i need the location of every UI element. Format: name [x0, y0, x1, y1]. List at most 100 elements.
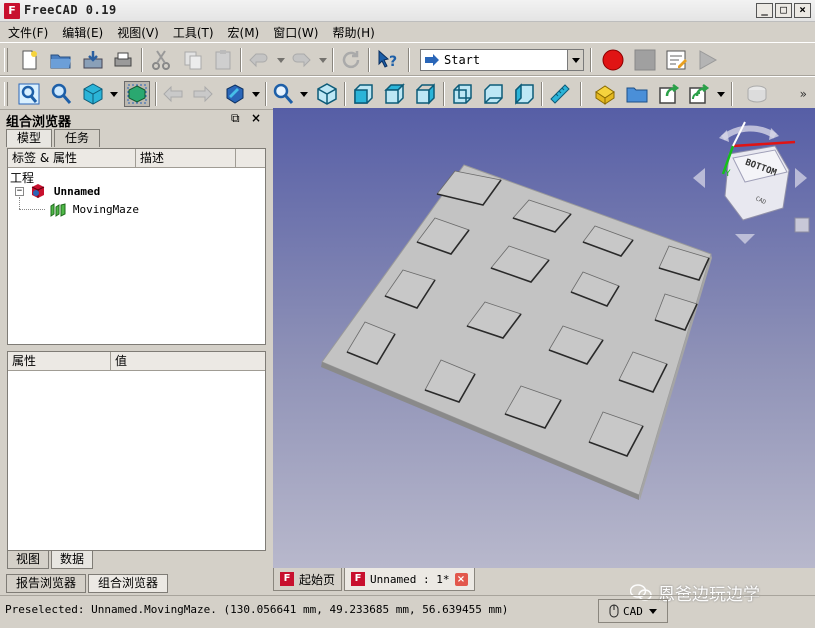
toolbar-separator [344, 82, 346, 106]
menu-window[interactable]: 窗口(W) [273, 24, 318, 41]
standard-views-icon[interactable] [270, 81, 296, 107]
tab-model[interactable]: 模型 [6, 129, 53, 147]
macro-editor-icon[interactable] [663, 47, 689, 73]
toolbar-separator [141, 48, 143, 72]
tab-data[interactable]: 数据 [51, 551, 94, 569]
3d-viewport[interactable]: BOTTOM CAD Y [273, 108, 815, 568]
forward-arrow-icon[interactable] [190, 81, 216, 107]
menu-edit[interactable]: 编辑(E) [62, 24, 103, 41]
toolbar-grip[interactable] [4, 48, 8, 72]
workbench-selector[interactable]: Start [420, 49, 584, 71]
view-right-icon[interactable] [412, 81, 438, 107]
unnamed-tab-label: Unnamed : 1* [370, 572, 450, 586]
combo-view-header: 组合浏览器 ⧉ × [0, 110, 270, 130]
create-link-icon[interactable] [656, 81, 682, 107]
undo-dropdown-icon[interactable] [277, 58, 285, 63]
section-plane-icon[interactable] [744, 81, 770, 107]
close-button[interactable]: × [794, 3, 811, 18]
fit-all-icon[interactable] [16, 81, 42, 107]
combo-tabs: 模型 任务 [6, 129, 102, 147]
undo-icon[interactable] [246, 47, 272, 73]
open-folder-icon[interactable] [48, 47, 74, 73]
tree-item-document[interactable]: Unnamed [30, 183, 100, 199]
menu-bar: 文件(F) 编辑(E) 视图(V) 工具(T) 宏(M) 窗口(W) 帮助(H) [0, 22, 815, 42]
chevron-down-icon[interactable] [567, 50, 583, 70]
print-icon[interactable] [110, 47, 136, 73]
workbench-name: Start [444, 53, 481, 67]
menu-tools[interactable]: 工具(T) [173, 24, 214, 41]
header-property[interactable]: 属性 [8, 352, 111, 371]
rotate-right-icon[interactable] [795, 168, 807, 188]
header-labels-properties[interactable]: 标签 & 属性 [8, 149, 136, 168]
float-panel-icon[interactable]: ⧉ [231, 111, 240, 126]
view-bottom-icon[interactable] [480, 81, 506, 107]
tab-report-view[interactable]: 报告浏览器 [6, 574, 87, 593]
execute-macro-icon[interactable] [694, 47, 720, 73]
create-group-folder-icon[interactable] [624, 81, 650, 107]
refresh-icon[interactable] [338, 47, 364, 73]
standard-views-dropdown-icon[interactable] [300, 92, 308, 97]
property-tabs: 视图 数据 [7, 551, 95, 569]
menu-file[interactable]: 文件(F) [8, 24, 48, 41]
tab-start-page[interactable]: F 起始页 [273, 568, 343, 591]
maximize-button[interactable]: □ [775, 3, 792, 18]
redo-icon[interactable] [288, 47, 314, 73]
view-left-icon[interactable] [511, 81, 537, 107]
view-front-icon[interactable] [350, 81, 376, 107]
link-actions-icon[interactable] [686, 81, 712, 107]
object-name: MovingMaze [72, 203, 140, 216]
bounding-box-icon[interactable] [124, 81, 150, 107]
svg-text:Y: Y [724, 169, 731, 179]
close-tab-icon[interactable]: × [454, 572, 468, 586]
fit-selection-icon[interactable] [48, 81, 74, 107]
link-actions-dropdown-icon[interactable] [717, 92, 725, 97]
header-value[interactable]: 值 [111, 352, 265, 371]
rotate-left-icon[interactable] [693, 168, 705, 188]
copy-icon[interactable] [180, 47, 206, 73]
view-top-icon[interactable] [381, 81, 407, 107]
tab-tasks[interactable]: 任务 [54, 129, 101, 147]
whats-this-icon[interactable]: ? [374, 47, 400, 73]
menu-help[interactable]: 帮助(H) [332, 24, 374, 41]
menu-macro[interactable]: 宏(M) [228, 24, 260, 41]
draw-style-cube-icon[interactable] [80, 81, 106, 107]
property-editor: 属性 值 [7, 351, 266, 551]
dock-tabs: 报告浏览器 组合浏览器 [6, 574, 170, 593]
measure-distance-icon[interactable] [547, 81, 573, 107]
tab-view[interactable]: 视图 [7, 551, 50, 569]
new-document-icon[interactable] [16, 47, 42, 73]
header-description[interactable]: 描述 [136, 149, 236, 168]
navigation-style-selector[interactable]: CAD [598, 599, 668, 623]
collapse-icon[interactable]: − [15, 187, 24, 196]
stop-macro-icon[interactable] [632, 47, 658, 73]
save-icon[interactable] [80, 47, 106, 73]
record-macro-icon[interactable] [600, 47, 626, 73]
create-part-icon[interactable] [592, 81, 618, 107]
paste-icon[interactable] [210, 47, 236, 73]
view-isometric-icon[interactable] [314, 81, 340, 107]
document-icon [31, 184, 45, 198]
tab-combo-view[interactable]: 组合浏览器 [88, 574, 169, 593]
sync-view-icon[interactable] [222, 81, 248, 107]
tree-item-movingmaze[interactable]: MovingMaze [50, 202, 139, 217]
close-panel-icon[interactable]: × [251, 111, 261, 125]
back-arrow-icon[interactable] [160, 81, 186, 107]
freecad-doc-icon: F [280, 572, 294, 586]
draw-style-dropdown-icon[interactable] [110, 92, 118, 97]
sync-view-dropdown-icon[interactable] [252, 92, 260, 97]
toolbar-overflow-icon[interactable]: » [800, 87, 807, 101]
toolbar-grip[interactable] [4, 82, 8, 106]
view-menu-cube-icon[interactable] [794, 217, 810, 233]
menu-view[interactable]: 视图(V) [117, 24, 159, 41]
view-rear-icon[interactable] [449, 81, 475, 107]
chevron-down-icon[interactable] [648, 608, 657, 614]
freecad-doc-icon: F [351, 572, 366, 586]
tab-unnamed[interactable]: F Unnamed : 1* × [344, 568, 475, 591]
minimize-button[interactable]: _ [756, 3, 773, 18]
toolbar-separator [408, 48, 410, 72]
toolbar-separator [368, 48, 370, 72]
navigation-cube[interactable]: BOTTOM CAD Y [685, 116, 815, 246]
cut-icon[interactable] [148, 47, 174, 73]
redo-dropdown-icon[interactable] [319, 58, 327, 63]
rotate-down-icon[interactable] [735, 234, 755, 244]
